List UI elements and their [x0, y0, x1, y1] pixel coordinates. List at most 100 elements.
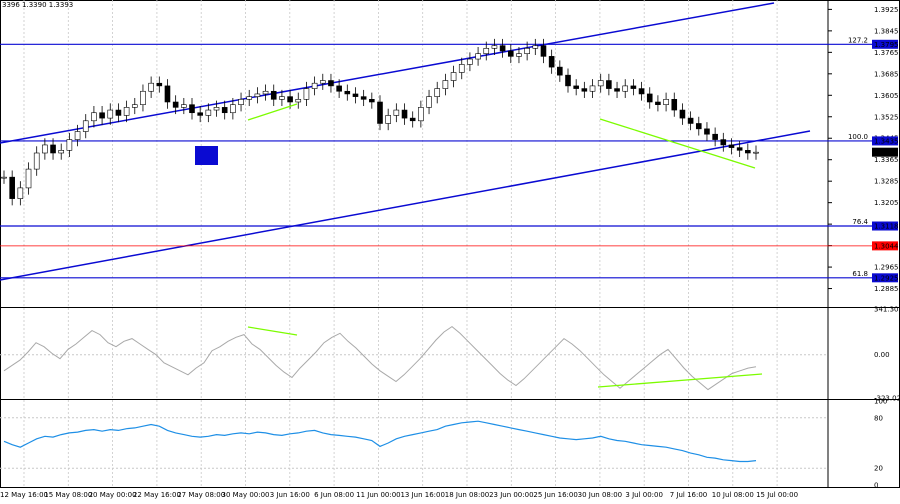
price-tick-label: 1.3685 [874, 70, 899, 78]
time-axis-label: 30 May 00:00 [221, 491, 269, 499]
candle-body [50, 144, 56, 154]
candle-body [107, 109, 114, 119]
rsi-line [3, 420, 757, 463]
candle-body [540, 45, 547, 57]
price-tick-label: 1.3285 [874, 178, 899, 186]
candle-body [1, 176, 7, 179]
candle-body [238, 99, 244, 105]
candle-body [671, 99, 678, 111]
candle-body [393, 109, 400, 116]
cci-tick-label: 0.00 [874, 351, 890, 359]
candle-body [409, 117, 416, 122]
candle-body [254, 93, 261, 97]
candle-body [581, 88, 588, 92]
candle-body [704, 128, 710, 135]
candle-body [74, 131, 81, 140]
level-label: 61.8 [852, 270, 868, 278]
candle-body [712, 133, 718, 140]
candle-body [565, 74, 571, 87]
candle-body [58, 150, 65, 154]
cci-line [3, 325, 757, 391]
time-axis-label: 3 Jun 16:00 [270, 491, 310, 499]
rsi-tick-label: 20 [874, 465, 883, 473]
cci-divergence-line-2 [597, 373, 763, 388]
highlight-box [195, 146, 218, 165]
candle-body [606, 80, 612, 89]
candle-body [646, 93, 653, 103]
candle-body [82, 120, 89, 132]
price-tick-label: 1.3765 [874, 49, 899, 57]
price-tick-label: 1.3925 [874, 6, 899, 14]
level-label: 127.2 [848, 36, 868, 44]
candle-body [164, 85, 171, 103]
candle-body [17, 187, 24, 199]
chart-window: 3396 1.3390 1.3393 12 May 16:00 15 May 08… [0, 0, 900, 500]
candle-body [42, 144, 48, 154]
time-axis-label: 25 Jun 16:00 [533, 491, 577, 499]
price-tick-label: 1.3205 [874, 199, 899, 207]
candle-body [319, 80, 326, 84]
time-axis-label: 15 Jul 00:00 [756, 491, 798, 499]
time-axis-label: 11 Jun 00:00 [356, 491, 400, 499]
candle-body [360, 96, 367, 100]
candle-body [197, 112, 203, 116]
candle-body [91, 112, 97, 122]
candle-body [140, 90, 146, 105]
cci-tick-label: 341.3079 [874, 306, 900, 314]
candle-body [33, 152, 40, 170]
candle-body [189, 104, 195, 114]
candle-body [25, 168, 32, 189]
candle-body [295, 99, 302, 103]
candle-body [589, 85, 596, 92]
candle-body [418, 107, 424, 122]
time-axis-label: 18 Jun 08:00 [445, 491, 489, 499]
candle-body [434, 88, 441, 97]
candle-body [655, 101, 661, 105]
candle-body [246, 96, 253, 100]
candle-body [483, 48, 490, 54]
price-tick-label: 1.3845 [874, 27, 899, 35]
candle-body [221, 107, 228, 114]
level-price-tag-text: 1.3118 [874, 223, 899, 231]
price-tick-label: 1.3605 [874, 92, 899, 100]
candle-body [516, 53, 522, 57]
level-price-tag-text: 1.3435 [874, 137, 899, 145]
candle-body [499, 45, 506, 52]
candle-body [385, 115, 391, 124]
candle-body [458, 64, 465, 73]
candle-body [9, 176, 15, 199]
candle-body [622, 85, 629, 92]
price-tick-label: 1.2885 [874, 285, 899, 293]
level-price-tag-text: 1.3795 [874, 41, 899, 49]
chart-border [0, 0, 900, 488]
candle-body [753, 151, 759, 154]
time-axis-label: 3 Jul 00:00 [625, 491, 663, 499]
time-axis-label: 23 Jun 00:00 [489, 491, 533, 499]
rsi-tick-label: 0 [874, 482, 878, 490]
candle-body [548, 56, 555, 68]
candle-body [230, 104, 236, 114]
candle-body [679, 109, 686, 119]
level-price-tag-text: 1.2925 [874, 274, 899, 282]
candle-body [507, 50, 514, 57]
candle-body [736, 147, 743, 151]
candle-body [532, 45, 539, 49]
price-tick-label: 1.3365 [874, 156, 899, 164]
candle-body [99, 112, 105, 119]
candle-body [123, 107, 130, 116]
candle-body [687, 117, 694, 124]
candle-body [638, 88, 645, 95]
candle-body [148, 82, 154, 92]
candle-body [475, 53, 481, 60]
candle-body [614, 88, 620, 92]
candle-body [131, 104, 138, 108]
time-axis-label: 13 Jun 16:00 [400, 491, 444, 499]
candle-body [467, 58, 473, 65]
candle-body [172, 101, 179, 108]
time-axis-label: 6 Jun 08:00 [314, 491, 354, 499]
candle-body [205, 109, 212, 116]
candle-body [115, 109, 122, 116]
candle-body [336, 85, 342, 92]
level-price-tag-text: 1.3393 [874, 149, 899, 157]
candle-body [695, 123, 702, 130]
